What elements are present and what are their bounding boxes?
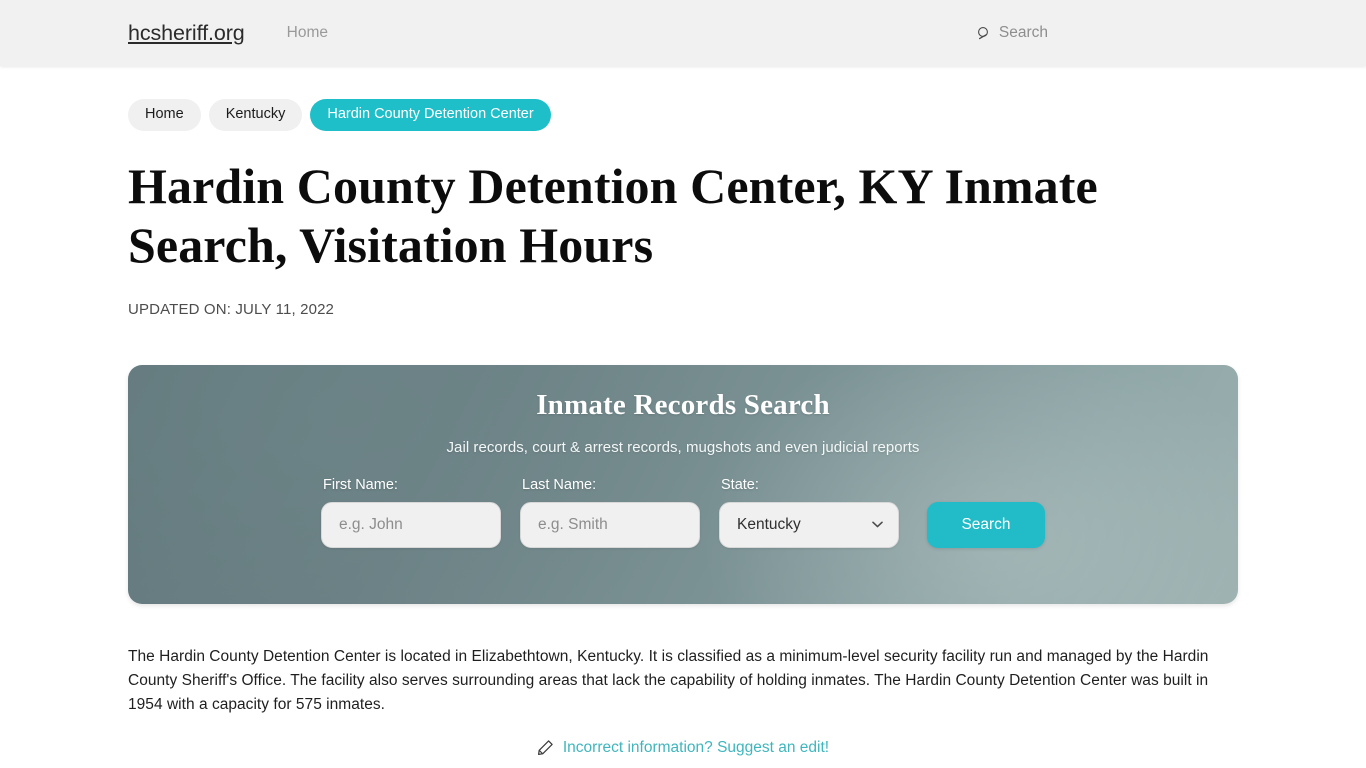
site-header: hcsheriff.org Home Search xyxy=(0,0,1366,66)
header-inner: hcsheriff.org Home Search xyxy=(0,21,1366,46)
site-logo[interactable]: hcsheriff.org xyxy=(128,21,245,46)
suggest-edit-row: Incorrect information? Suggest an edit! xyxy=(128,739,1238,757)
header-search-trigger[interactable]: Search xyxy=(977,24,1048,42)
breadcrumb: Home Kentucky Hardin County Detention Ce… xyxy=(128,66,1238,131)
last-name-label: Last Name: xyxy=(522,476,597,493)
search-icon xyxy=(977,26,992,41)
first-name-input[interactable] xyxy=(321,501,501,548)
search-panel-title: Inmate Records Search xyxy=(536,388,830,421)
first-name-field-group: First Name: xyxy=(321,477,501,548)
nav-item-home[interactable]: Home xyxy=(287,24,328,42)
suggest-edit-link[interactable]: Incorrect information? Suggest an edit! xyxy=(563,739,829,757)
page-title: Hardin County Detention Center, KY Inmat… xyxy=(128,157,1098,273)
breadcrumb-item-home[interactable]: Home xyxy=(128,99,201,131)
updated-date: UPDATED ON: JULY 11, 2022 xyxy=(128,300,335,318)
inmate-search-submit-button[interactable]: Search xyxy=(927,501,1045,548)
inmate-records-search-panel: Inmate Records Search Jail records, cour… xyxy=(128,364,1238,604)
breadcrumb-item-current[interactable]: Hardin County Detention Center xyxy=(310,99,551,131)
first-name-label: First Name: xyxy=(323,476,398,493)
search-panel-inner: Inmate Records Search Jail records, cour… xyxy=(128,365,1238,604)
state-field-group: State: Kentucky xyxy=(719,477,899,548)
state-select[interactable]: Kentucky xyxy=(719,501,899,548)
state-select-wrap: Kentucky xyxy=(719,501,899,548)
main-nav: Home xyxy=(287,24,328,42)
breadcrumb-item-kentucky[interactable]: Kentucky xyxy=(208,99,303,131)
facility-description: The Hardin County Detention Center is lo… xyxy=(128,647,1209,713)
state-label: State: xyxy=(721,476,759,493)
search-panel-subtitle: Jail records, court & arrest records, mu… xyxy=(446,438,920,456)
page-content: Home Kentucky Hardin County Detention Ce… xyxy=(0,66,1366,757)
inmate-search-form: First Name: Last Name: State: Kentucky xyxy=(321,477,1045,548)
last-name-field-group: Last Name: xyxy=(520,477,700,548)
pencil-icon xyxy=(537,739,554,756)
header-search-label: Search xyxy=(998,24,1048,41)
last-name-input[interactable] xyxy=(520,501,700,548)
